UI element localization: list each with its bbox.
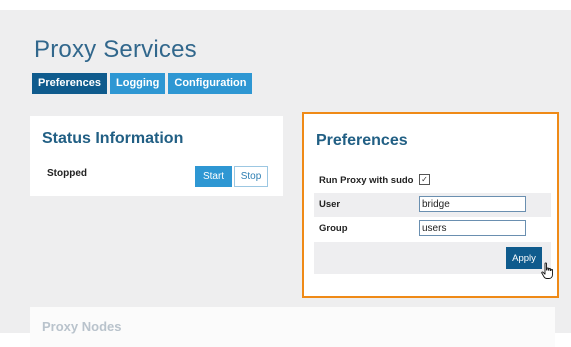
- stop-button[interactable]: Stop: [234, 166, 268, 187]
- group-input[interactable]: [419, 220, 526, 236]
- user-label: User: [319, 199, 341, 210]
- group-row: Group: [314, 217, 551, 241]
- run-proxy-row: Run Proxy with sudo ✓: [314, 169, 551, 193]
- status-information-panel: Status Information Stopped Start Stop: [30, 116, 283, 196]
- preferences-panel: Preferences Run Proxy with sudo ✓ User G…: [302, 112, 559, 298]
- proxy-nodes-title: Proxy Nodes: [42, 319, 122, 334]
- apply-button[interactable]: Apply: [506, 247, 542, 269]
- group-label: Group: [319, 223, 348, 234]
- user-input[interactable]: [419, 196, 526, 212]
- page-background: Proxy Services Preferences Logging Confi…: [0, 10, 571, 347]
- tab-logging[interactable]: Logging: [110, 73, 166, 94]
- apply-bar: Apply: [314, 242, 553, 279]
- user-row: User: [314, 193, 551, 217]
- preferences-panel-title: Preferences: [316, 132, 408, 149]
- tab-bar: Preferences Logging Configuration: [32, 73, 253, 94]
- proxy-nodes-panel: Proxy Nodes: [30, 307, 555, 347]
- page-title: Proxy Services: [34, 36, 197, 63]
- hand-cursor-icon: [541, 262, 553, 279]
- status-panel-title: Status Information: [42, 130, 184, 147]
- tab-preferences[interactable]: Preferences: [32, 73, 107, 94]
- tab-configuration[interactable]: Configuration: [168, 73, 253, 94]
- run-proxy-checkbox[interactable]: ✓: [419, 174, 430, 185]
- run-proxy-label: Run Proxy with sudo: [319, 175, 414, 186]
- proxy-status-text: Stopped: [47, 168, 87, 179]
- start-button[interactable]: Start: [195, 166, 232, 187]
